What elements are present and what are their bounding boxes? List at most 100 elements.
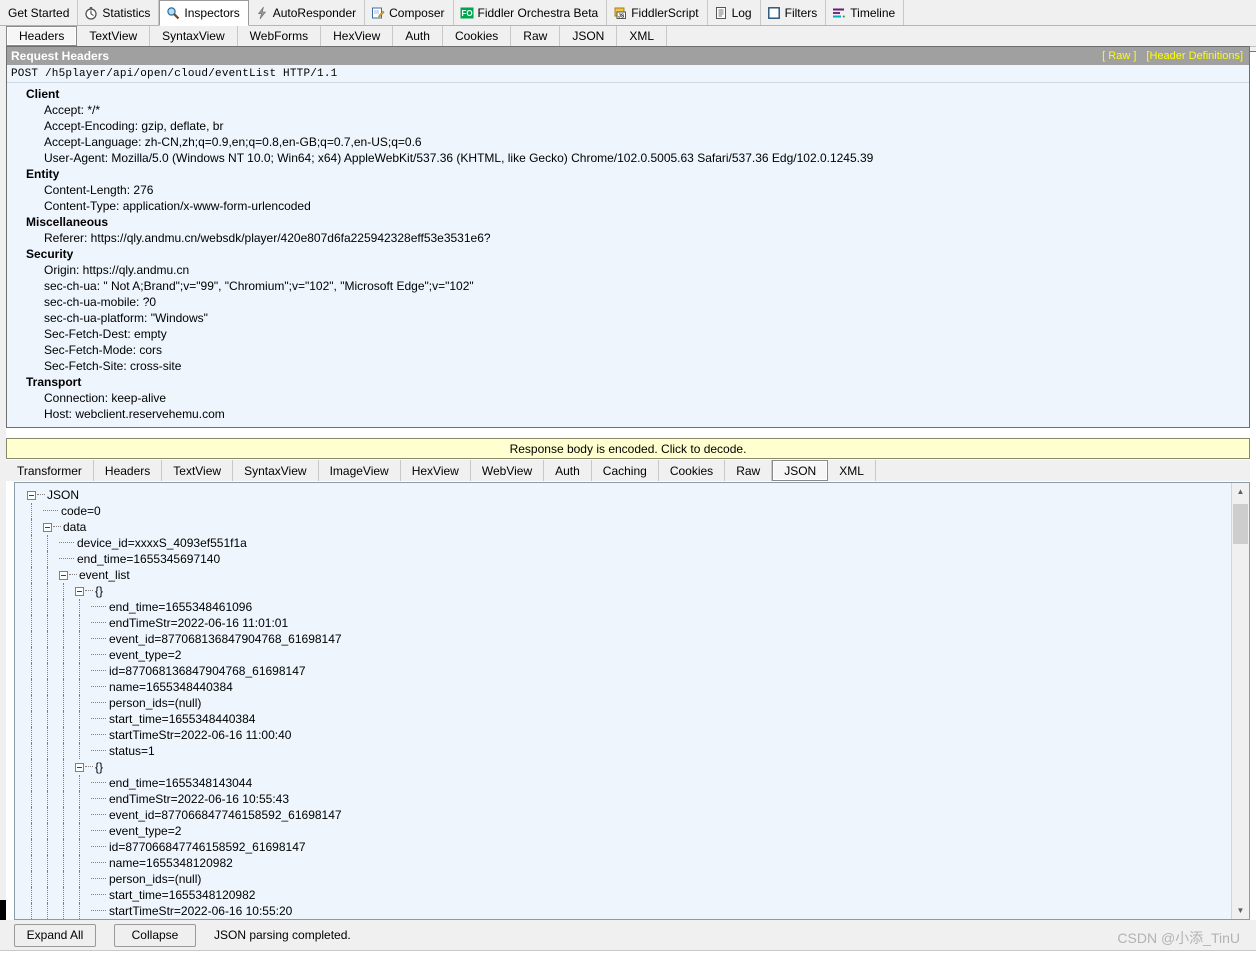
request-tab-syntaxview[interactable]: SyntaxView: [150, 26, 238, 46]
response-tab-caching[interactable]: Caching: [592, 460, 659, 481]
response-tab-transformer[interactable]: Transformer: [6, 460, 94, 481]
tree-leaf-node[interactable]: end_time=1655345697140: [15, 551, 1231, 567]
tree-leaf-node[interactable]: start_time=1655348120982: [15, 887, 1231, 903]
tree-leaf-node[interactable]: end_time=1655348143044: [15, 775, 1231, 791]
response-tab-auth[interactable]: Auth: [544, 460, 592, 481]
tree-leaf-node[interactable]: endTimeStr=2022-06-16 10:55:43: [15, 791, 1231, 807]
tree-leaf-node[interactable]: startTimeStr=2022-06-16 11:00:40: [15, 727, 1231, 743]
tree-guide-line: [31, 727, 33, 743]
tree-branch-node[interactable]: event_list: [15, 567, 1231, 583]
request-tab-headers[interactable]: Headers: [6, 26, 78, 46]
tree-leaf-node[interactable]: event_id=877068136847904768_61698147: [15, 631, 1231, 647]
main-tab-log[interactable]: Log: [707, 0, 761, 25]
header-item[interactable]: Accept-Language: zh-CN,zh;q=0.9,en;q=0.8…: [7, 134, 1249, 150]
header-item[interactable]: Sec-Fetch-Dest: empty: [7, 326, 1249, 342]
tree-leaf-node[interactable]: endTimeStr=2022-06-16 11:01:01: [15, 615, 1231, 631]
header-item[interactable]: Content-Length: 276: [7, 182, 1249, 198]
main-tab-autoresponder[interactable]: AutoResponder: [248, 0, 366, 25]
response-tab-json[interactable]: JSON: [772, 460, 829, 481]
tree-branch-node[interactable]: JSON: [15, 487, 1231, 503]
tree-leaf-node[interactable]: start_time=1655348440384: [15, 711, 1231, 727]
tree-leaf-node[interactable]: device_id=xxxxS_4093ef551f1a: [15, 535, 1231, 551]
request-headers-list[interactable]: Client Accept: */* Accept-Encoding: gzip, …: [7, 83, 1249, 427]
tree-collapse-icon[interactable]: [75, 586, 84, 596]
tree-connector: [91, 702, 106, 704]
tree-leaf-node[interactable]: person_ids=(null): [15, 695, 1231, 711]
response-tab-webview[interactable]: WebView: [471, 460, 545, 481]
expand-all-button[interactable]: Expand All: [14, 923, 96, 947]
main-tab-filters[interactable]: Filters: [760, 0, 827, 25]
header-item[interactable]: Connection: keep-alive: [7, 390, 1249, 406]
tree-collapse-icon[interactable]: [27, 490, 36, 500]
response-tab-syntaxview[interactable]: SyntaxView: [233, 460, 319, 481]
request-tab-webforms[interactable]: WebForms: [238, 26, 322, 46]
response-tab-imageview[interactable]: ImageView: [319, 460, 401, 481]
scroll-thumb[interactable]: [1233, 504, 1248, 544]
tree-leaf-node[interactable]: end_time=1655348461096: [15, 599, 1231, 615]
tree-leaf-node[interactable]: id=877068136847904768_61698147: [15, 663, 1231, 679]
raw-link[interactable]: [ Raw ]: [1102, 50, 1136, 62]
tree-collapse-icon[interactable]: [75, 762, 84, 772]
response-tab-xml[interactable]: XML: [828, 460, 876, 481]
tree-leaf-node[interactable]: name=1655348440384: [15, 679, 1231, 695]
tree-collapse-icon[interactable]: [43, 522, 52, 532]
tree-leaf-node[interactable]: id=877066847746158592_61698147: [15, 839, 1231, 855]
tree-leaf-node[interactable]: status=1: [15, 743, 1231, 759]
header-item[interactable]: sec-ch-ua: " Not A;Brand";v="99", "Chrom…: [7, 278, 1249, 294]
scroll-up-button[interactable]: ▲: [1232, 483, 1249, 500]
tree-leaf-node[interactable]: event_type=2: [15, 647, 1231, 663]
tree-branch-node[interactable]: {}: [15, 583, 1231, 599]
tree-guide-line: [47, 567, 49, 583]
main-tab-fiddlerscript[interactable]: JS FiddlerScript: [607, 0, 708, 25]
response-tab-headers[interactable]: Headers: [94, 460, 163, 481]
main-tab-statistics[interactable]: Statistics: [78, 0, 160, 25]
request-tab-xml[interactable]: XML: [617, 26, 668, 46]
request-tab-raw[interactable]: Raw: [511, 26, 561, 46]
request-tab-cookies[interactable]: Cookies: [443, 26, 512, 46]
header-item[interactable]: User-Agent: Mozilla/5.0 (Windows NT 10.0…: [7, 150, 1249, 166]
json-tree[interactable]: JSON code=0 data device_id=xxxxS_4093ef551f…: [15, 483, 1231, 919]
main-tab-composer[interactable]: Composer: [365, 0, 454, 25]
main-tab-fiddler-orchestra-beta[interactable]: FO Fiddler Orchestra Beta: [453, 0, 608, 25]
header-definitions-link[interactable]: [Header Definitions]: [1146, 50, 1243, 62]
scroll-track[interactable]: [1232, 500, 1249, 902]
header-item[interactable]: sec-ch-ua-platform: "Windows": [7, 310, 1249, 326]
header-item[interactable]: Sec-Fetch-Site: cross-site: [7, 358, 1249, 374]
decode-notice-bar[interactable]: Response body is encoded. Click to decod…: [6, 438, 1250, 459]
response-tab-cookies[interactable]: Cookies: [659, 460, 726, 481]
header-item[interactable]: Referer: https://qly.andmu.cn/websdk/pla…: [7, 230, 1249, 246]
header-item[interactable]: Content-Type: application/x-www-form-url…: [7, 198, 1249, 214]
main-tab-get-started[interactable]: Get Started: [2, 0, 79, 25]
tree-leaf-node[interactable]: code=0: [15, 503, 1231, 519]
tree-branch-node[interactable]: data: [15, 519, 1231, 535]
request-inspector-tabstrip[interactable]: Headers TextView SyntaxView WebForms HexView…: [0, 26, 1256, 47]
collapse-button[interactable]: Collapse: [114, 923, 196, 947]
tree-leaf-node[interactable]: startTimeStr=2022-06-16 10:55:20: [15, 903, 1231, 919]
main-tab-inspectors[interactable]: Inspectors: [159, 0, 249, 26]
scroll-down-button[interactable]: ▼: [1232, 902, 1249, 919]
tree-leaf-node[interactable]: event_id=877066847746158592_61698147: [15, 807, 1231, 823]
response-tab-raw[interactable]: Raw: [725, 460, 773, 481]
tree-leaf-node[interactable]: event_type=2: [15, 823, 1231, 839]
header-item[interactable]: Accept-Encoding: gzip, deflate, br: [7, 118, 1249, 134]
response-tab-textview[interactable]: TextView: [162, 460, 234, 481]
response-tab-hexview[interactable]: HexView: [401, 460, 471, 481]
request-tab-auth[interactable]: Auth: [393, 26, 443, 46]
header-item[interactable]: Sec-Fetch-Mode: cors: [7, 342, 1249, 358]
main-tab-timeline[interactable]: Timeline: [826, 0, 905, 25]
header-item[interactable]: Host: webclient.reservehemu.com: [7, 406, 1249, 422]
header-item[interactable]: Accept: */*: [7, 102, 1249, 118]
tree-branch-node[interactable]: {}: [15, 759, 1231, 775]
tree-collapse-icon[interactable]: [59, 570, 68, 580]
tree-leaf-node[interactable]: person_ids=(null): [15, 871, 1231, 887]
tree-leaf-node[interactable]: name=1655348120982: [15, 855, 1231, 871]
request-tab-hexview[interactable]: HexView: [321, 26, 394, 46]
main-tabstrip[interactable]: Get Started Statistics Inspectors AutoRespo…: [0, 0, 1256, 26]
response-inspector-tabstrip[interactable]: Transformer Headers TextView SyntaxView Imag…: [6, 460, 1250, 481]
json-tree-scrollbar[interactable]: ▲ ▼: [1231, 483, 1249, 919]
header-item[interactable]: Origin: https://qly.andmu.cn: [7, 262, 1249, 278]
header-item[interactable]: sec-ch-ua-mobile: ?0: [7, 294, 1249, 310]
request-tab-textview[interactable]: TextView: [77, 26, 151, 46]
request-tab-json[interactable]: JSON: [560, 26, 618, 46]
tree-guide-line: [31, 663, 33, 679]
